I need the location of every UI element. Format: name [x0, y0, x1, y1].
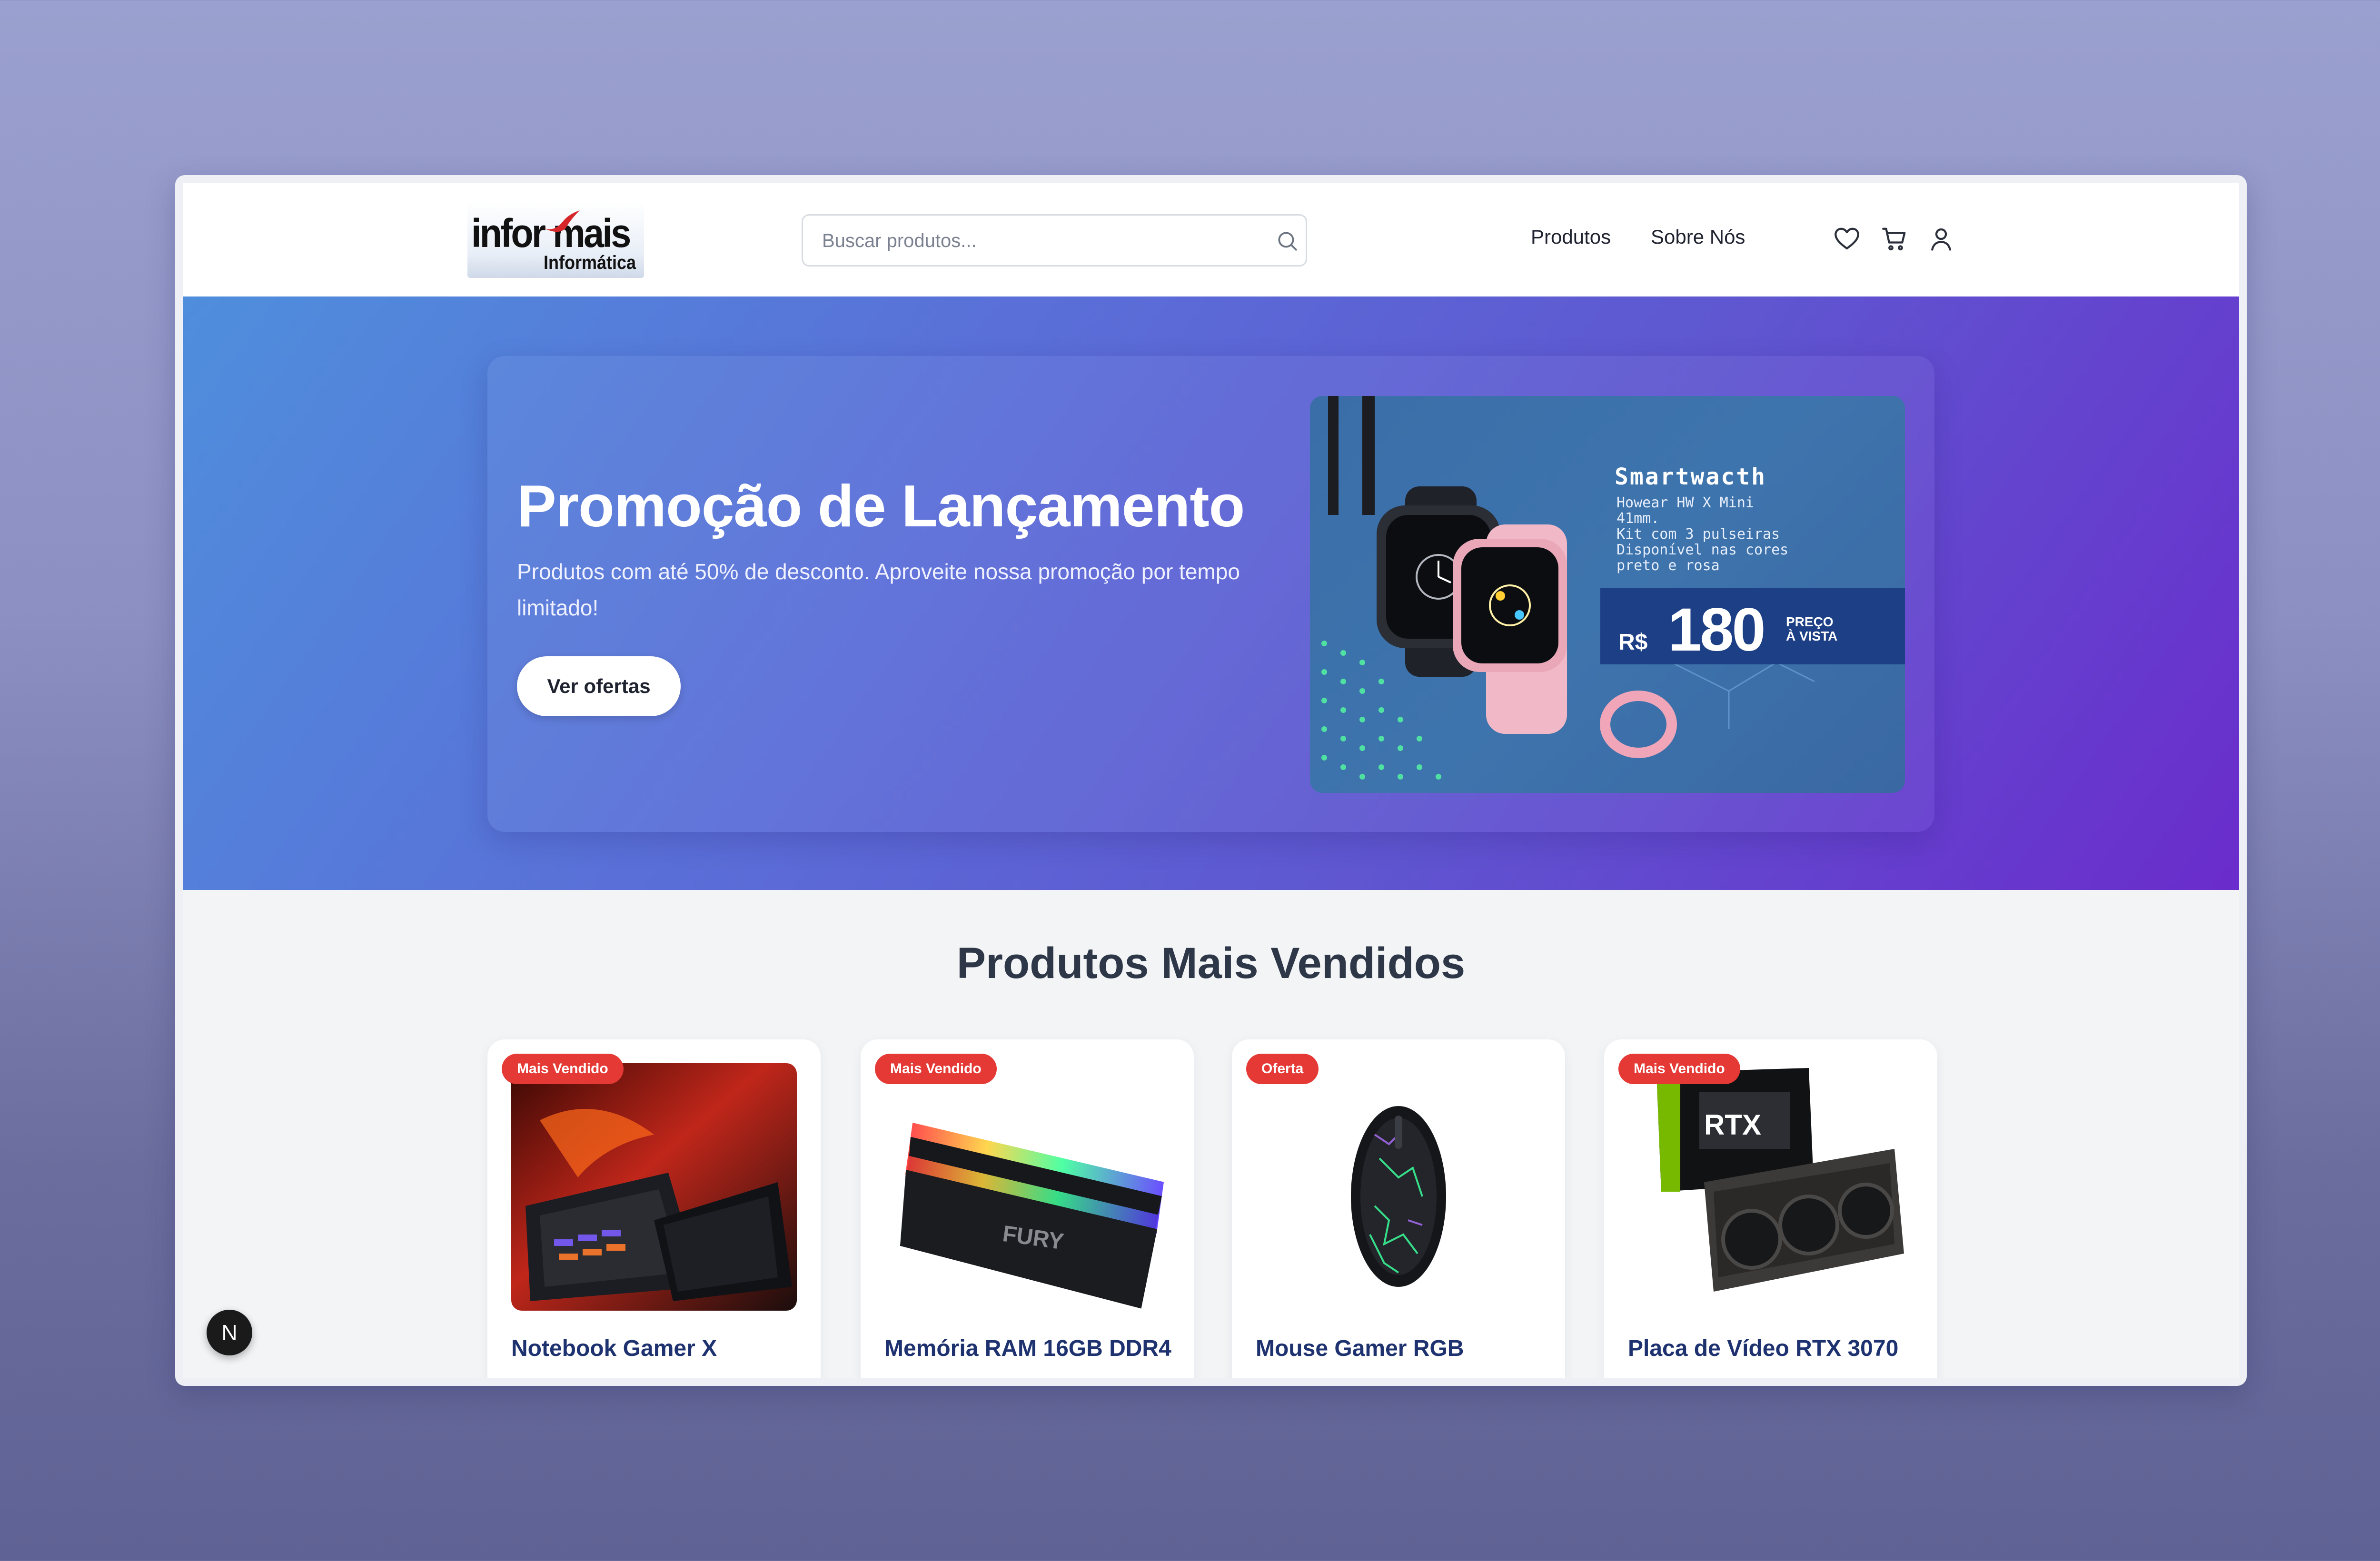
product-badge: Oferta	[1246, 1054, 1319, 1084]
product-name[interactable]: Mouse Gamer RGB	[1256, 1335, 1464, 1362]
hero-subtitle: Produtos com até 50% de desconto. Aprove…	[517, 559, 1240, 620]
product-card[interactable]: Oferta Mouse Gamer RGB	[1232, 1039, 1565, 1378]
logo-swoosh-icon	[541, 210, 580, 232]
browser-frame: infor mais Informática Produtos Sobre Nó…	[175, 175, 2247, 1386]
product-name[interactable]: Memória RAM 16GB DDR4	[884, 1335, 1171, 1362]
product-name[interactable]: Notebook Gamer X	[511, 1335, 717, 1362]
product-card[interactable]: RTX Mais Vendido Placa de Vídeo RTX 3070	[1604, 1039, 1937, 1378]
logo-subtitle: Informática	[544, 252, 636, 273]
section-title: Produtos Mais Vendidos	[956, 939, 1466, 988]
product-card[interactable]: FURY Mais Vendido Memória RAM 16GB DDR4	[861, 1039, 1194, 1378]
search-box	[802, 214, 1307, 267]
see-offers-button[interactable]: Ver ofertas	[517, 656, 681, 716]
product-name[interactable]: Placa de Vídeo RTX 3070	[1628, 1335, 1898, 1362]
product-image	[511, 1063, 797, 1311]
product-card[interactable]: Mais Vendido Notebook Gamer X	[487, 1039, 821, 1378]
promo-banner[interactable]: Smartwacth Howear HW X Mini 41mm. Kit co…	[1310, 396, 1905, 793]
banner-currency: R$	[1618, 630, 1648, 655]
page-viewport: infor mais Informática Produtos Sobre Nó…	[183, 183, 2239, 1378]
nav-link-sobre-nos[interactable]: Sobre Nós	[1651, 226, 1745, 248]
banner-description: Howear HW X Mini 41mm. Kit com 3 pulseir…	[1616, 494, 1789, 574]
search-input[interactable]	[821, 216, 1251, 266]
product-image: FURY	[900, 1122, 1164, 1309]
product-badge: Mais Vendido	[875, 1054, 997, 1084]
user-icon[interactable]	[1927, 225, 1955, 253]
product-badge: Mais Vendido	[1618, 1054, 1740, 1084]
banner-price: 180	[1668, 596, 1766, 664]
product-image	[1351, 1106, 1446, 1287]
heart-icon[interactable]	[1833, 225, 1861, 253]
search-icon[interactable]	[1275, 229, 1299, 253]
product-image: RTX	[1656, 1068, 1904, 1292]
cart-icon[interactable]	[1880, 225, 1909, 253]
nav-link-produtos[interactable]: Produtos	[1531, 226, 1611, 248]
hero-section: Promoção de Lançamento Produtos com até …	[183, 296, 2239, 890]
svg-text:RTX: RTX	[1704, 1109, 1761, 1141]
site-logo[interactable]: infor mais Informática	[467, 202, 644, 278]
banner-price-note: PREÇO À VISTA	[1786, 614, 1838, 643]
dev-tools-button[interactable]: N	[207, 1310, 252, 1355]
product-badge: Mais Vendido	[502, 1054, 624, 1084]
hero-title: Promoção de Lançamento	[517, 474, 1245, 539]
banner-title: Smartwacth	[1615, 464, 1766, 490]
site-header: infor mais Informática Produtos Sobre Nó…	[183, 183, 2239, 296]
